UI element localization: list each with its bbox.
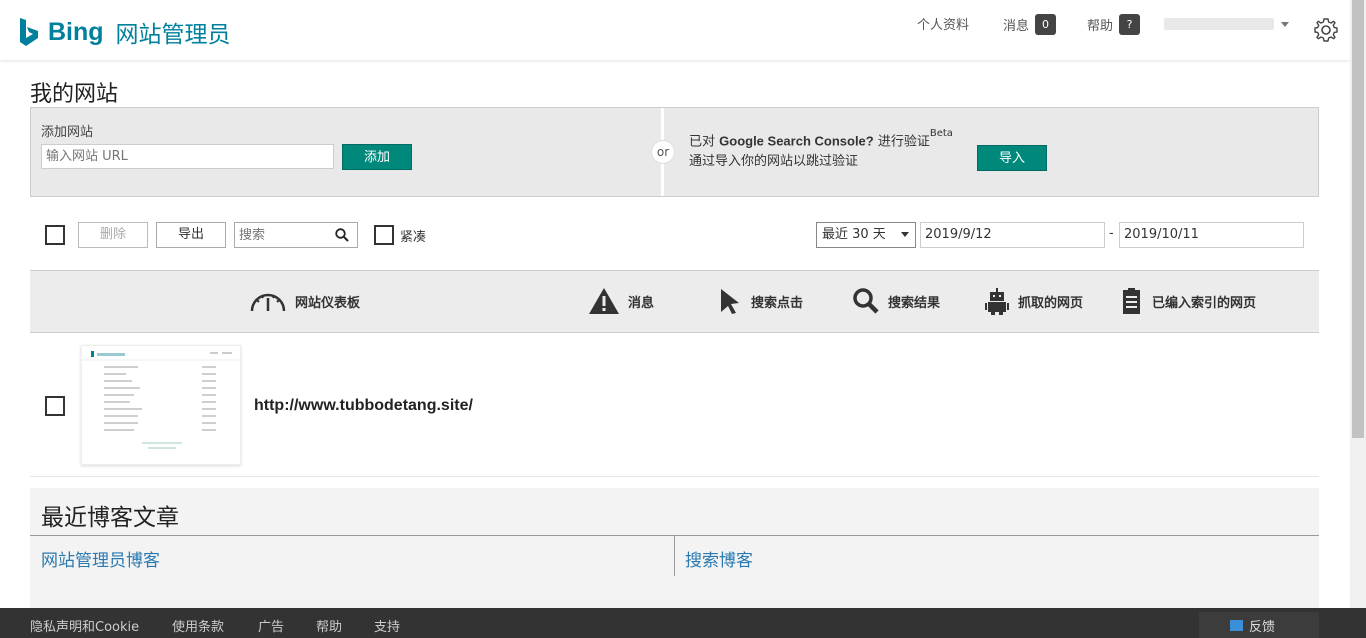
product-title: 网站管理员 xyxy=(115,22,231,48)
robot-icon xyxy=(985,288,1009,315)
delete-button[interactable]: 删除 xyxy=(78,222,148,248)
nav-messages[interactable]: 消息 0 xyxy=(1003,14,1057,35)
recent-blog-section: 最近博客文章 网站管理员博客 搜索博客 xyxy=(30,488,1319,618)
import-subtext: 通过导入你的网站以跳过验证 xyxy=(689,154,859,170)
nav-profile[interactable]: 个人资料 xyxy=(917,14,969,33)
site-row: http://www.tubbodetang.site/ xyxy=(30,333,1319,477)
blog-heading: 最近博客文章 xyxy=(41,505,179,531)
search-input[interactable] xyxy=(235,223,331,247)
column-search-results-label: 搜索结果 xyxy=(888,295,941,311)
footer-help-link[interactable]: 帮助 xyxy=(316,616,342,635)
top-bar: Bing 网站管理员 个人资料 消息 0 帮助 ? xyxy=(0,0,1350,60)
bing-logo[interactable]: Bing 网站管理员 xyxy=(18,15,231,49)
warning-icon xyxy=(589,288,619,314)
webmaster-blog-link[interactable]: 网站管理员博客 xyxy=(41,546,160,571)
add-site-button[interactable]: 添加 xyxy=(342,144,412,170)
footer: 隐私声明和Cookie 使用条款 广告 帮助 支持 xyxy=(0,608,1366,638)
column-indexed-pages-label: 已编入索引的网页 xyxy=(1152,295,1257,311)
nav-help[interactable]: 帮助 ? xyxy=(1087,14,1141,35)
chat-bubble-icon xyxy=(1230,619,1243,631)
caret-down-icon xyxy=(901,232,909,237)
magnifier-icon xyxy=(853,288,879,314)
footer-ads-link[interactable]: 广告 xyxy=(258,616,284,635)
site-checkbox[interactable] xyxy=(45,396,65,416)
column-crawled-pages[interactable]: 抓取的网页 xyxy=(984,287,1083,315)
site-search xyxy=(234,222,358,248)
scrollbar-thumb[interactable] xyxy=(1352,0,1364,438)
column-indexed-pages[interactable]: 已编入索引的网页 xyxy=(1120,287,1256,315)
date-separator: - xyxy=(1109,226,1114,241)
date-from-input[interactable]: 2019/9/12 xyxy=(920,222,1105,248)
date-range-select[interactable]: 最近 30 天 xyxy=(816,222,916,248)
bing-b-icon xyxy=(20,18,38,46)
gear-icon[interactable] xyxy=(1313,17,1339,43)
add-site-label: 添加网站 xyxy=(41,125,94,140)
feedback-button[interactable]: 反馈 xyxy=(1199,612,1319,638)
select-all-checkbox[interactable] xyxy=(45,225,65,245)
site-thumbnail[interactable] xyxy=(81,345,241,465)
cursor-icon xyxy=(721,289,739,314)
compact-label: 紧凑 xyxy=(400,230,427,245)
brand-name: Bing xyxy=(48,17,104,46)
nav-profile-label: 个人资料 xyxy=(917,18,970,33)
site-url-input[interactable] xyxy=(41,144,334,169)
column-header: 网站仪表板 消息 搜索点击 搜索结果 抓取的网页 已编入索引的网页 xyxy=(30,270,1319,333)
import-description: 已对 Google Search Console? 进行验证Beta 通过导入你… xyxy=(689,128,953,172)
import-prefix: 已对 xyxy=(689,134,720,150)
column-crawled-pages-label: 抓取的网页 xyxy=(1018,295,1084,311)
page-title: 我的网站 xyxy=(30,82,119,107)
messages-count-badge: 0 xyxy=(1035,14,1057,35)
add-site-panel: 添加网站 添加 or 已对 Google Search Console? 进行验… xyxy=(30,107,1319,197)
import-button[interactable]: 导入 xyxy=(977,145,1047,171)
user-account-name[interactable] xyxy=(1164,18,1274,30)
beta-label: Beta xyxy=(929,128,953,139)
site-thumbnail-image xyxy=(82,351,240,449)
column-search-clicks[interactable]: 搜索点击 xyxy=(719,287,803,315)
import-suffix: 进行验证 xyxy=(873,134,930,150)
document-list-icon xyxy=(1123,288,1140,314)
import-brand: Google Search Console? xyxy=(719,133,874,149)
column-search-results[interactable]: 搜索结果 xyxy=(852,287,940,315)
search-blog-link[interactable]: 搜索博客 xyxy=(685,546,753,571)
export-button[interactable]: 导出 xyxy=(156,222,226,248)
compact-checkbox[interactable] xyxy=(374,225,394,245)
blog-column-divider xyxy=(674,536,675,576)
column-messages-label: 消息 xyxy=(628,295,655,311)
column-dashboard[interactable]: 网站仪表板 xyxy=(249,287,360,315)
help-badge: ? xyxy=(1119,14,1141,35)
site-url-link[interactable]: http://www.tubbodetang.site/ xyxy=(254,397,473,415)
chevron-down-icon[interactable] xyxy=(1281,22,1289,27)
column-messages[interactable]: 消息 xyxy=(588,287,654,315)
nav-help-label: 帮助 xyxy=(1087,19,1114,34)
search-icon[interactable] xyxy=(335,228,349,242)
footer-terms-link[interactable]: 使用条款 xyxy=(172,616,224,635)
column-dashboard-label: 网站仪表板 xyxy=(295,295,361,311)
date-to-input[interactable]: 2019/10/11 xyxy=(1119,222,1304,248)
or-label: or xyxy=(651,140,675,164)
blog-header: 最近博客文章 xyxy=(30,488,1319,536)
footer-support-link[interactable]: 支持 xyxy=(374,616,400,635)
nav-messages-label: 消息 xyxy=(1003,19,1030,34)
date-range-value: 最近 30 天 xyxy=(822,227,886,242)
feedback-label: 反馈 xyxy=(1249,619,1276,635)
gauge-icon xyxy=(250,293,286,312)
footer-privacy-link[interactable]: 隐私声明和Cookie xyxy=(30,616,139,635)
column-search-clicks-label: 搜索点击 xyxy=(751,295,804,311)
